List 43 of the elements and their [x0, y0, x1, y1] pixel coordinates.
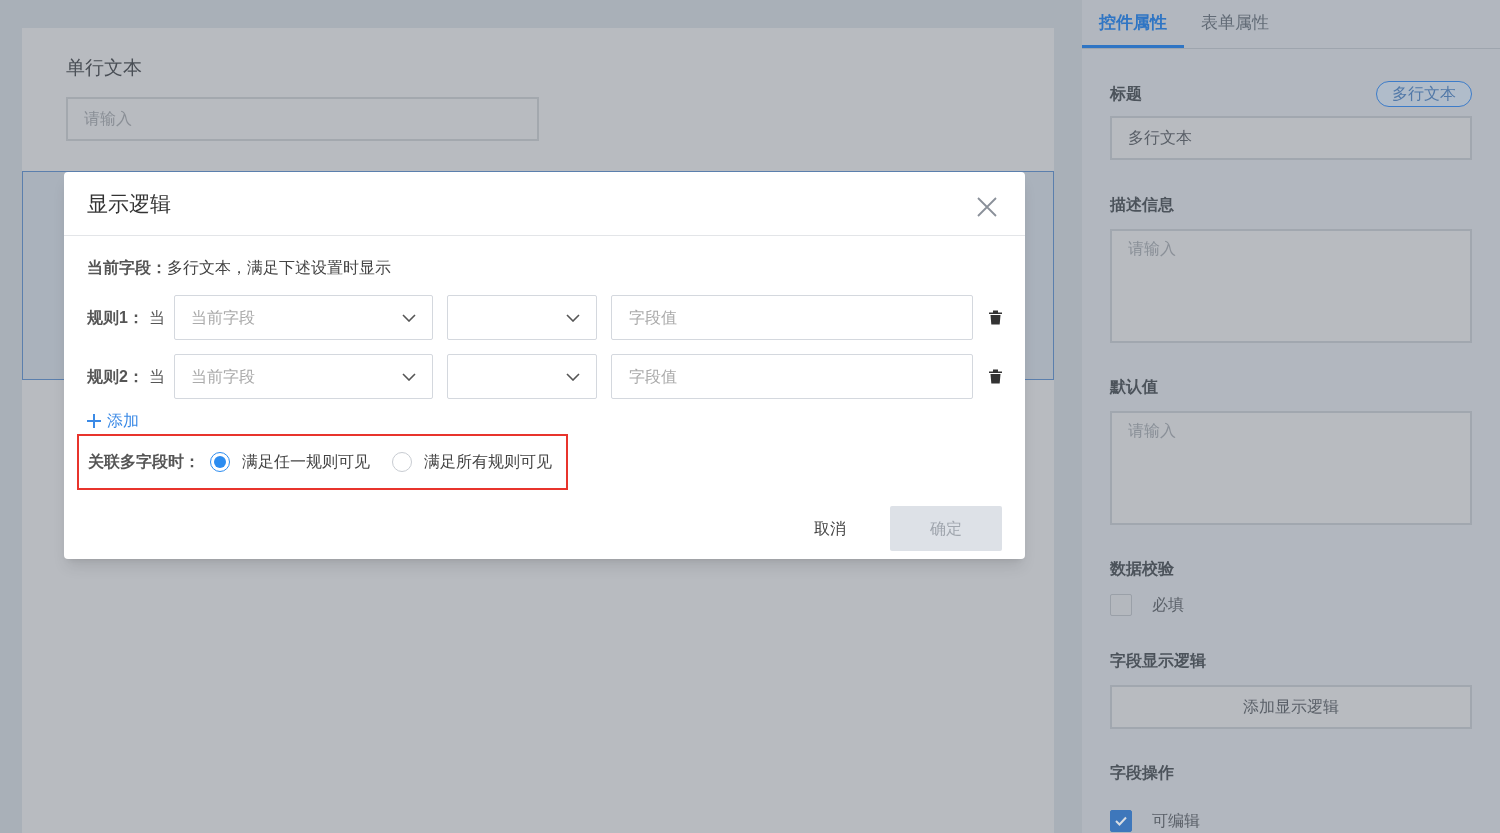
tab[interactable]: 表单属性 — [1184, 0, 1286, 48]
dialog-title: 显示逻辑 — [87, 190, 171, 217]
checkbox[interactable] — [1110, 810, 1132, 832]
field-select[interactable]: 当前字段 — [173, 354, 433, 399]
section-label: 字段显示逻辑 — [1110, 651, 1207, 671]
check-icon — [1115, 816, 1127, 826]
section-label: 标题 — [1110, 84, 1142, 104]
radio-label: 满足所有规则可见 — [424, 452, 552, 472]
rule-label: 规则2： — [87, 366, 145, 387]
rule-label: 规则1： — [87, 307, 145, 328]
value-input[interactable]: 字段值 — [611, 354, 973, 399]
section-label: 描述信息 — [1110, 195, 1175, 215]
checkbox[interactable] — [1110, 594, 1132, 616]
chevron-down-icon — [566, 372, 581, 381]
section-label: 字段操作 — [1110, 763, 1175, 783]
value-input[interactable]: 字段值 — [611, 295, 973, 340]
field-select[interactable]: 当前字段 — [173, 295, 433, 340]
current-field-label: 当前字段： — [87, 258, 167, 278]
type-tag: 多行文本 — [1376, 81, 1472, 107]
rule-prefix: 当 — [148, 366, 166, 387]
trash-icon[interactable] — [989, 369, 1002, 384]
select-placeholder: 当前字段 — [190, 366, 255, 387]
rule-prefix: 当 — [148, 307, 166, 328]
cancel-button[interactable]: 取消 — [800, 506, 860, 551]
current-field-text: 多行文本，满足下述设置时显示 — [167, 258, 391, 278]
plus-icon — [87, 414, 101, 428]
chevron-down-icon — [401, 313, 416, 322]
radio-label: 满足任一规则可见 — [242, 452, 370, 472]
title-input[interactable]: 多行文本 — [1110, 116, 1472, 160]
field-label: 单行文本 — [66, 56, 143, 80]
tab[interactable]: 控件属性 — [1082, 0, 1184, 48]
chevron-down-icon — [401, 372, 416, 381]
trash-icon[interactable] — [989, 310, 1002, 325]
match-label: 关联多字段时： — [88, 452, 200, 472]
checkbox-label: 必填 — [1152, 595, 1184, 615]
checkbox-label: 可编辑 — [1152, 811, 1200, 831]
section-label: 数据校验 — [1110, 559, 1175, 579]
chevron-down-icon — [566, 313, 581, 322]
close-icon[interactable] — [977, 196, 997, 217]
add-display-logic-button[interactable]: 添加显示逻辑 — [1110, 685, 1472, 729]
section-label: 默认值 — [1110, 377, 1159, 397]
add-rule-link[interactable]: 添加 — [87, 409, 139, 433]
select-placeholder: 当前字段 — [190, 307, 255, 328]
